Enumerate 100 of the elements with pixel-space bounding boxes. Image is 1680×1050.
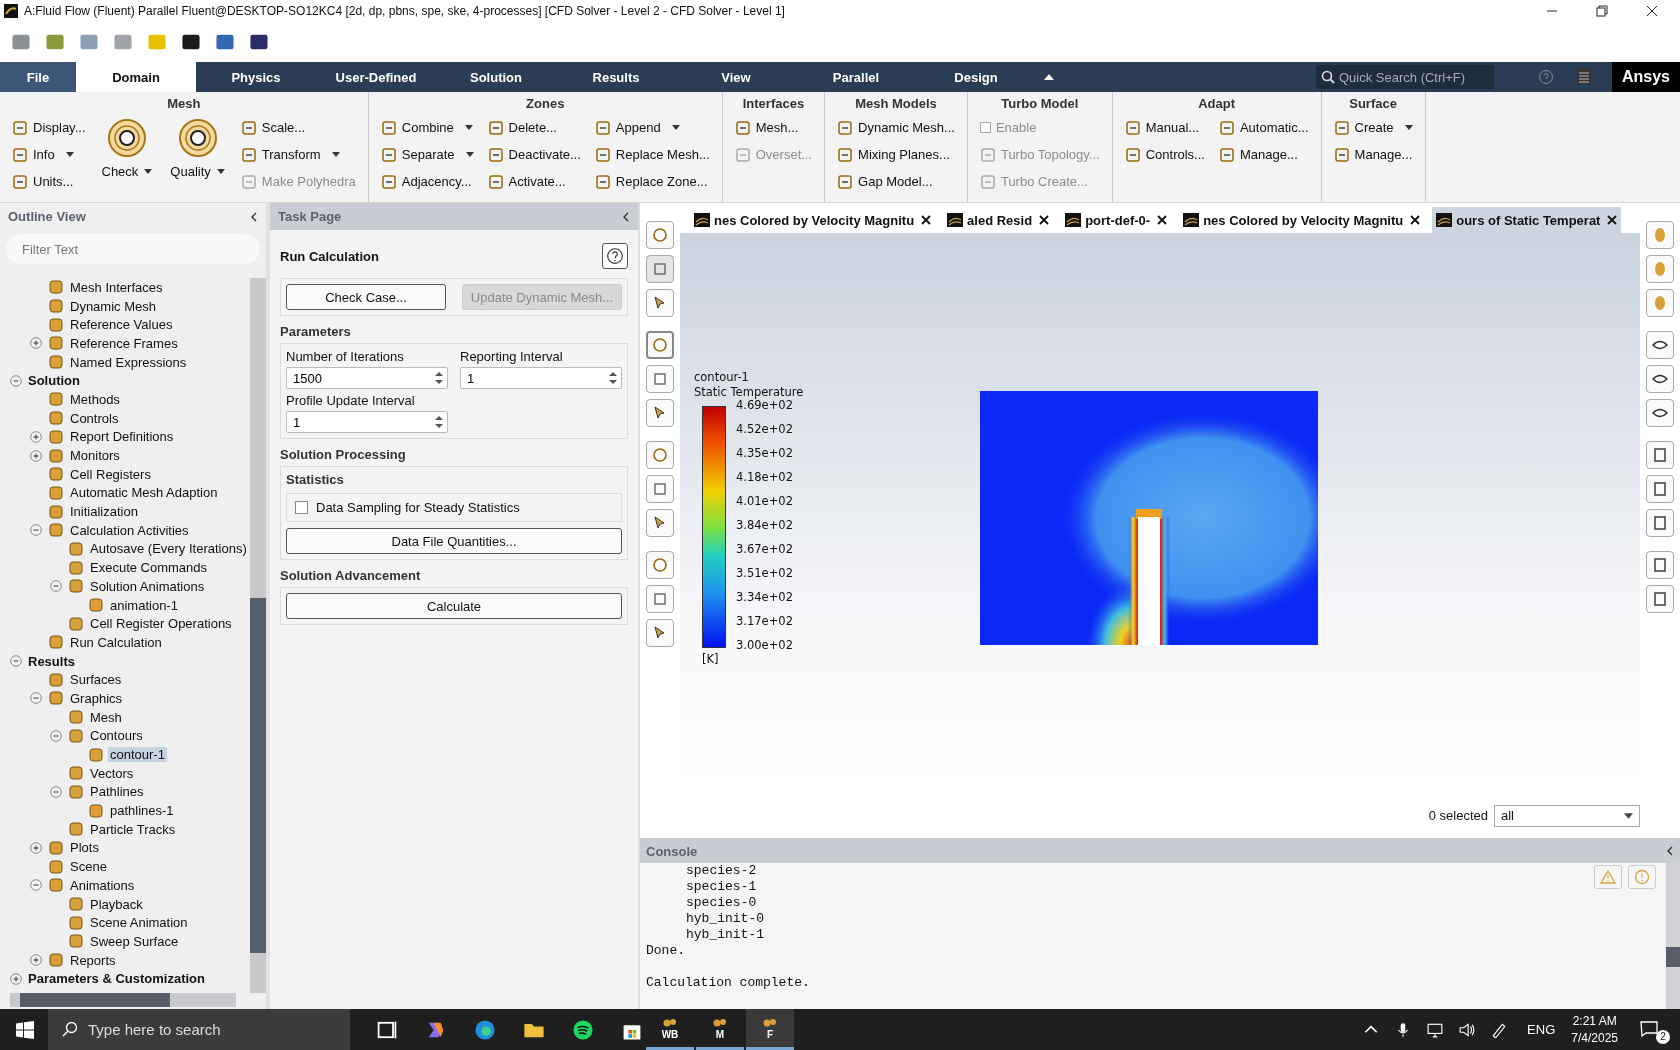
close-icon[interactable] <box>1646 5 1658 17</box>
start-icon[interactable] <box>16 1020 34 1039</box>
ribbon-button[interactable]: Activate... <box>485 168 583 195</box>
expander-icon[interactable] <box>10 972 22 985</box>
tree-item[interactable]: Playback <box>88 896 145 912</box>
tree-item[interactable]: Solution Animations <box>88 578 207 594</box>
ribbon-tab[interactable]: Domain <box>76 62 196 92</box>
taskbar-app[interactable]: F <box>746 1009 794 1050</box>
ribbon-button[interactable]: Quality <box>166 114 229 183</box>
graphics-tab[interactable]: nes Colored by Velocity Magnitu <box>690 207 936 233</box>
restore-icon[interactable] <box>1596 5 1608 17</box>
ribbon-button[interactable]: Adjacency... <box>378 168 476 195</box>
tree-item[interactable]: Automatic Mesh Adaption <box>68 485 220 501</box>
ribbon-button[interactable]: Info <box>10 141 88 168</box>
quick-search-field[interactable]: Quick Search (Ctrl+F) <box>1316 65 1494 89</box>
ribbon-button[interactable]: Scale... <box>238 114 358 141</box>
ribbon-tab[interactable]: Results <box>556 62 676 92</box>
ribbon-button[interactable]: Mesh... <box>732 114 815 141</box>
tree-item[interactable]: Results <box>26 653 77 669</box>
tree-item[interactable]: Reference Values <box>68 317 175 333</box>
expander-icon[interactable] <box>50 785 62 798</box>
tree-item[interactable]: Mesh Interfaces <box>68 279 165 295</box>
ribbon-button[interactable]: Create <box>1331 114 1415 141</box>
tree-item[interactable]: Graphics <box>68 690 125 706</box>
ribbon-button[interactable]: Separate <box>378 141 476 168</box>
expander-icon[interactable] <box>30 449 42 462</box>
spin-field[interactable]: 1 <box>286 411 448 433</box>
graphics-tab[interactable]: ours of Static Temperat <box>1432 207 1622 233</box>
browser-icon[interactable] <box>473 1017 497 1042</box>
tree-item[interactable]: Cell Registers <box>68 466 153 482</box>
volume-icon[interactable] <box>1459 1021 1476 1038</box>
tree-item[interactable]: Execute Commands <box>88 560 210 576</box>
chevron-left-icon[interactable] <box>250 211 258 222</box>
tree-item[interactable]: Cell Register Operations <box>88 616 234 632</box>
tree-item[interactable]: Animations <box>68 877 137 893</box>
toolbar-button[interactable] <box>646 399 674 427</box>
ribbon-button[interactable]: Delete... <box>485 114 583 141</box>
tree-item[interactable]: Methods <box>68 391 122 407</box>
expander-icon[interactable] <box>30 879 42 892</box>
clock-date[interactable]: 7/4/2025 <box>1571 1029 1618 1047</box>
tree-item[interactable]: Calculation Activities <box>68 522 191 538</box>
ribbon-button[interactable]: Units... <box>10 168 88 195</box>
tree-item[interactable]: pathlines-1 <box>108 803 176 819</box>
expander-icon[interactable] <box>30 337 42 350</box>
checkbox-option[interactable]: Data Sampling for Steady Statistics <box>295 500 613 515</box>
tree-item[interactable]: contour-1 <box>108 747 167 763</box>
ribbon-button[interactable]: Transform <box>238 141 358 168</box>
ribbon-button[interactable]: Dynamic Mesh... <box>835 114 957 141</box>
collapse-icon[interactable] <box>1044 73 1054 81</box>
expander-icon[interactable] <box>50 729 62 742</box>
scrollbar[interactable] <box>250 278 266 993</box>
ribbon-button[interactable]: Display... <box>10 114 88 141</box>
toolbar-button[interactable] <box>1646 331 1674 359</box>
ribbon-button[interactable]: Manage... <box>1216 141 1311 168</box>
ribbon-button[interactable]: Controls... <box>1122 141 1207 168</box>
filter-dropdown[interactable]: all <box>1494 804 1640 827</box>
tree-item[interactable]: Contours <box>88 728 145 744</box>
ribbon-button[interactable]: Append <box>592 114 712 141</box>
taskbar-search-field[interactable]: Type here to search <box>48 1009 350 1050</box>
tree-item[interactable]: Vectors <box>88 765 136 781</box>
network-icon[interactable] <box>1427 1021 1444 1038</box>
tree-item[interactable]: Mesh <box>88 709 124 725</box>
spin-field[interactable]: 1500 <box>286 367 448 389</box>
expander-icon[interactable] <box>30 524 42 537</box>
close-icon[interactable] <box>1410 215 1421 225</box>
close-icon[interactable] <box>1157 215 1168 225</box>
ribbon-button[interactable]: Deactivate... <box>485 141 583 168</box>
chevron-left-icon[interactable] <box>1666 846 1674 856</box>
tree-item[interactable]: Sweep Surface <box>88 933 181 949</box>
notification-icon[interactable] <box>1640 1020 1658 1037</box>
music-app-icon[interactable] <box>571 1017 595 1042</box>
ribbon-tab[interactable]: Design <box>916 62 1036 92</box>
graphics-tab[interactable]: aled Resid <box>943 207 1054 233</box>
ribbon-tab[interactable]: Solution <box>436 62 556 92</box>
close-icon[interactable] <box>1607 215 1618 225</box>
task-button[interactable]: Check Case... <box>286 284 446 310</box>
toolbar-button[interactable] <box>646 509 674 537</box>
filter-field[interactable]: Filter Text <box>6 234 260 264</box>
ribbon-button[interactable]: Check <box>97 114 157 183</box>
tree-item[interactable]: Parameters & Customization <box>26 971 207 987</box>
graphics-tab[interactable]: nes Colored by Velocity Magnitu <box>1179 207 1425 233</box>
ribbon-button[interactable]: Manual... <box>1122 114 1207 141</box>
list-icon[interactable] <box>1576 68 1592 86</box>
ribbon-button[interactable]: Replace Zone... <box>592 168 712 195</box>
tree-item[interactable]: Scene Animation <box>88 915 190 931</box>
expander-icon[interactable] <box>10 655 22 668</box>
ribbon-tab[interactable]: Physics <box>196 62 316 92</box>
tree-item[interactable]: Run Calculation <box>68 634 164 650</box>
ribbon-button[interactable]: Replace Mesh... <box>592 141 712 168</box>
tree-item[interactable]: Reference Frames <box>68 335 180 351</box>
tree-item[interactable]: Pathlines <box>88 784 146 800</box>
toolbar-button[interactable] <box>1646 399 1674 427</box>
chevron-left-icon[interactable] <box>622 211 630 222</box>
expander-icon[interactable] <box>30 954 42 967</box>
tree-item[interactable]: animation-1 <box>108 597 180 613</box>
expander-icon[interactable] <box>30 841 42 854</box>
clock-time[interactable]: 2:21 AM <box>1572 1012 1617 1030</box>
toolbar-button[interactable] <box>1646 365 1674 393</box>
ribbon-tab[interactable]: File <box>0 62 76 92</box>
ribbon-tab[interactable]: Parallel <box>796 62 916 92</box>
